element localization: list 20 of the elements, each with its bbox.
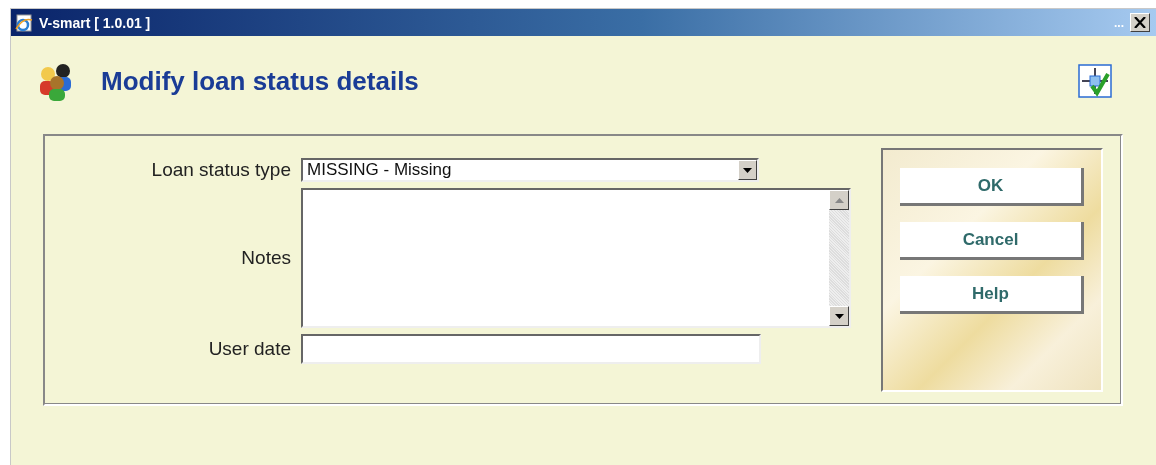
scroll-up-icon: [834, 197, 844, 203]
action-button[interactable]: OK: [900, 168, 1084, 206]
close-icon: [1134, 17, 1146, 28]
field-label: Notes: [241, 247, 291, 269]
loan-status-select[interactable]: MISSING - Missing: [301, 158, 759, 182]
more-dots: ...: [1114, 15, 1124, 30]
field-label: Loan status type: [151, 159, 291, 181]
page-heading: Modify loan status details: [101, 65, 420, 97]
dropdown-arrow-icon: [743, 167, 752, 173]
scroll-down-icon: [834, 313, 844, 319]
window-title: V-smart [ 1.0.01 ]: [39, 14, 152, 31]
action-button[interactable]: Cancel: [900, 222, 1084, 260]
action-button[interactable]: Help: [900, 276, 1084, 314]
notes-field[interactable]: [301, 188, 851, 328]
scrollbar[interactable]: [829, 190, 849, 326]
field-label: User date: [208, 338, 291, 360]
browser-icon: [15, 13, 33, 32]
date-field[interactable]: [301, 334, 761, 364]
close-button[interactable]: [1130, 13, 1150, 32]
move-check-icon[interactable]: [1078, 64, 1112, 98]
